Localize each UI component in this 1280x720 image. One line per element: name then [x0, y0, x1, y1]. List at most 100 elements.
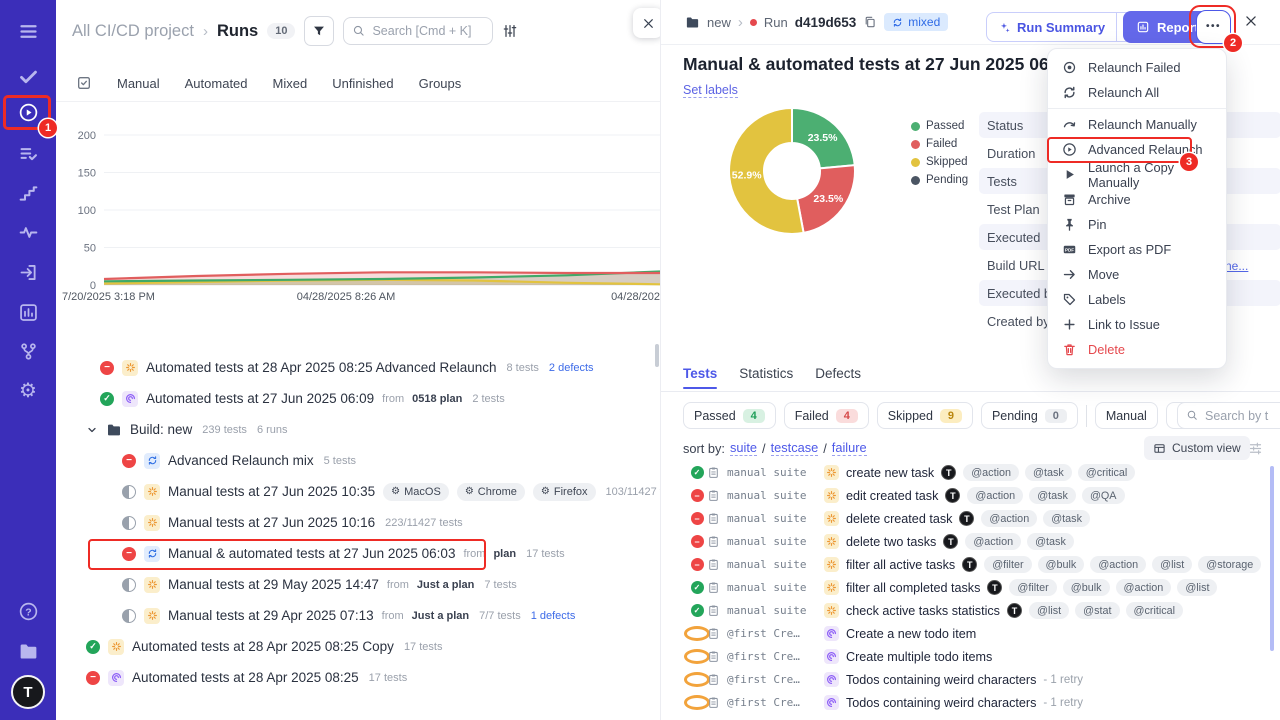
close-panel-button[interactable]: [633, 8, 660, 38]
chevron-down-icon[interactable]: [86, 424, 98, 436]
menu-item-relaunch-manually[interactable]: Relaunch Manually: [1048, 112, 1226, 137]
run-row[interactable]: ✓Automated tests at 27 Jun 2025 06:09fro…: [56, 383, 660, 414]
plan-name[interactable]: plan: [493, 548, 516, 560]
sidebar-item-checks-icon[interactable]: [0, 63, 56, 89]
menu-item-link-to-issue[interactable]: Link to Issue: [1048, 312, 1226, 337]
run-row[interactable]: −Automated tests at 28 Apr 2025 08:2517 …: [56, 662, 660, 693]
sidebar-item-runs-icon[interactable]: [0, 99, 56, 125]
test-row[interactable]: @first Cre…Todos containing weird charac…: [661, 691, 1280, 714]
test-tag[interactable]: @action: [965, 533, 1021, 550]
sidebar-item-projects-icon[interactable]: [0, 638, 56, 664]
run-row[interactable]: ✓Automated tests at 28 Apr 2025 08:25 Co…: [56, 631, 660, 662]
test-row[interactable]: −manual suiteedit created taskT@action@t…: [661, 484, 1280, 507]
test-row[interactable]: ✓manual suitefilter all completed tasksT…: [661, 576, 1280, 599]
sidebar-item-steps-icon[interactable]: [0, 180, 56, 206]
sidebar-item-help-icon[interactable]: ?: [0, 598, 56, 624]
filter-button[interactable]: [304, 16, 334, 46]
test-row[interactable]: @first Cre…Create a new todo item: [661, 622, 1280, 645]
test-tag[interactable]: @action: [967, 487, 1023, 504]
menu-item-relaunch-failed[interactable]: Relaunch Failed: [1048, 55, 1226, 80]
test-tag[interactable]: @bulk: [1038, 556, 1085, 573]
sidebar-item-main-menu-icon[interactable]: [0, 18, 56, 44]
menu-item-export-as-pdf[interactable]: PDFExport as PDF: [1048, 237, 1226, 262]
filter-passed[interactable]: Passed4: [683, 402, 776, 429]
menu-item-delete[interactable]: Delete: [1048, 337, 1226, 362]
sort-option-testcase[interactable]: testcase: [771, 440, 819, 456]
sidebar-item-import-icon[interactable]: [0, 259, 56, 285]
test-tag[interactable]: @filter: [1009, 579, 1056, 596]
menu-item-move[interactable]: Move: [1048, 262, 1226, 287]
runs-tab-automated[interactable]: Automated: [185, 76, 248, 91]
run-row[interactable]: Manual tests at 29 May 2025 14:47fromJus…: [56, 569, 660, 600]
sidebar-item-settings-icon[interactable]: ⚙: [0, 378, 56, 404]
set-labels-link[interactable]: Set labels: [683, 83, 738, 98]
runs-tab-unfinished[interactable]: Unfinished: [332, 76, 393, 91]
test-tag[interactable]: @QA: [1082, 487, 1125, 504]
sidebar-item-activity-icon[interactable]: [0, 219, 56, 245]
test-tag[interactable]: @list: [1152, 556, 1192, 573]
sort-option-suite[interactable]: suite: [730, 440, 757, 456]
test-tag[interactable]: @critical: [1126, 602, 1184, 619]
run-row[interactable]: −Advanced Relaunch mix5 tests: [56, 445, 660, 476]
runs-tab-manual[interactable]: Manual: [117, 76, 160, 91]
run-group-row[interactable]: Build: new239 tests6 runs: [56, 414, 660, 445]
test-tag[interactable]: @action: [1116, 579, 1172, 596]
runs-tab-groups[interactable]: Groups: [419, 76, 462, 91]
sidebar-item-account[interactable]: T: [0, 675, 56, 709]
test-tag[interactable]: @action: [963, 464, 1019, 481]
sidebar-item-test-plans-icon[interactable]: [0, 140, 56, 166]
test-tag[interactable]: @list: [1177, 579, 1217, 596]
test-row[interactable]: @first Cre…Todos containing weird charac…: [661, 668, 1280, 691]
checklist-icon[interactable]: [76, 75, 92, 91]
view-settings-icon[interactable]: [502, 23, 518, 39]
run-row[interactable]: Manual tests at 27 Jun 2025 10:16223/114…: [56, 507, 660, 538]
runs-search-input[interactable]: [343, 17, 493, 45]
test-tag[interactable]: @action: [981, 510, 1037, 527]
menu-item-pin[interactable]: Pin: [1048, 212, 1226, 237]
run-row[interactable]: −Automated tests at 28 Apr 2025 08:25 Ad…: [56, 352, 660, 383]
menu-item-labels[interactable]: Labels: [1048, 287, 1226, 312]
run-actions-menu-button[interactable]: •••: [1196, 10, 1231, 44]
defects-link[interactable]: 2 defects: [549, 362, 594, 374]
runs-scrollbar[interactable]: [655, 344, 659, 367]
detail-tab-defects[interactable]: Defects: [815, 366, 861, 389]
close-detail-button[interactable]: [1244, 14, 1258, 28]
breadcrumb-project[interactable]: All CI/CD project: [72, 22, 194, 41]
run-summary-button[interactable]: Run Summary: [986, 12, 1116, 42]
plan-name[interactable]: Just a plan: [417, 579, 474, 591]
test-tag[interactable]: @task: [1029, 487, 1076, 504]
test-row[interactable]: −manual suitefilter all active tasksT@fi…: [661, 553, 1280, 576]
menu-item-relaunch-all[interactable]: Relaunch All: [1048, 80, 1226, 105]
plan-name[interactable]: Just a plan: [412, 610, 469, 622]
test-tag[interactable]: @bulk: [1063, 579, 1110, 596]
menu-item-launch-a-copy-manually[interactable]: Launch a Copy Manually: [1048, 162, 1226, 187]
plan-name[interactable]: 0518 plan: [412, 393, 462, 405]
filter-failed[interactable]: Failed4: [784, 402, 869, 429]
sidebar-item-branches-icon[interactable]: [0, 338, 56, 364]
run-row[interactable]: Manual tests at 29 Apr 2025 07:13fromJus…: [56, 600, 660, 631]
test-row[interactable]: −manual suitedelete created taskT@action…: [661, 507, 1280, 530]
run-type-badge[interactable]: mixed: [884, 13, 948, 31]
test-row[interactable]: −manual suitedelete two tasksT@action@ta…: [661, 530, 1280, 553]
filter-skipped[interactable]: Skipped9: [877, 402, 973, 429]
test-row[interactable]: @first Cre…Create multiple todo items: [661, 645, 1280, 668]
build-url-link[interactable]: ne...: [1225, 259, 1248, 273]
test-tag[interactable]: @stat: [1075, 602, 1119, 619]
filter-pending[interactable]: Pending0: [981, 402, 1078, 429]
test-row[interactable]: ✓manual suitecheck active tasks statisti…: [661, 599, 1280, 622]
detail-tab-statistics[interactable]: Statistics: [739, 366, 793, 389]
test-row[interactable]: ✓manual suitecreate new taskT@action@tas…: [661, 461, 1280, 484]
test-tag[interactable]: @critical: [1078, 464, 1136, 481]
filter-manual[interactable]: Manual: [1095, 402, 1158, 429]
column-settings-icon[interactable]: [1248, 441, 1263, 456]
menu-item-archive[interactable]: Archive: [1048, 187, 1226, 212]
copy-icon[interactable]: [863, 15, 877, 29]
run-row[interactable]: Manual tests at 27 Jun 2025 10:35⚙MacOS⚙…: [56, 476, 660, 507]
test-tag[interactable]: @action: [1090, 556, 1146, 573]
runs-tab-mixed[interactable]: Mixed: [273, 76, 308, 91]
tests-scrollbar[interactable]: [1270, 466, 1274, 651]
menu-item-advanced-relaunch[interactable]: Advanced Relaunch: [1048, 137, 1226, 162]
test-tag[interactable]: @task: [1025, 464, 1072, 481]
test-tag[interactable]: @storage: [1198, 556, 1261, 573]
test-tag[interactable]: @task: [1027, 533, 1074, 550]
